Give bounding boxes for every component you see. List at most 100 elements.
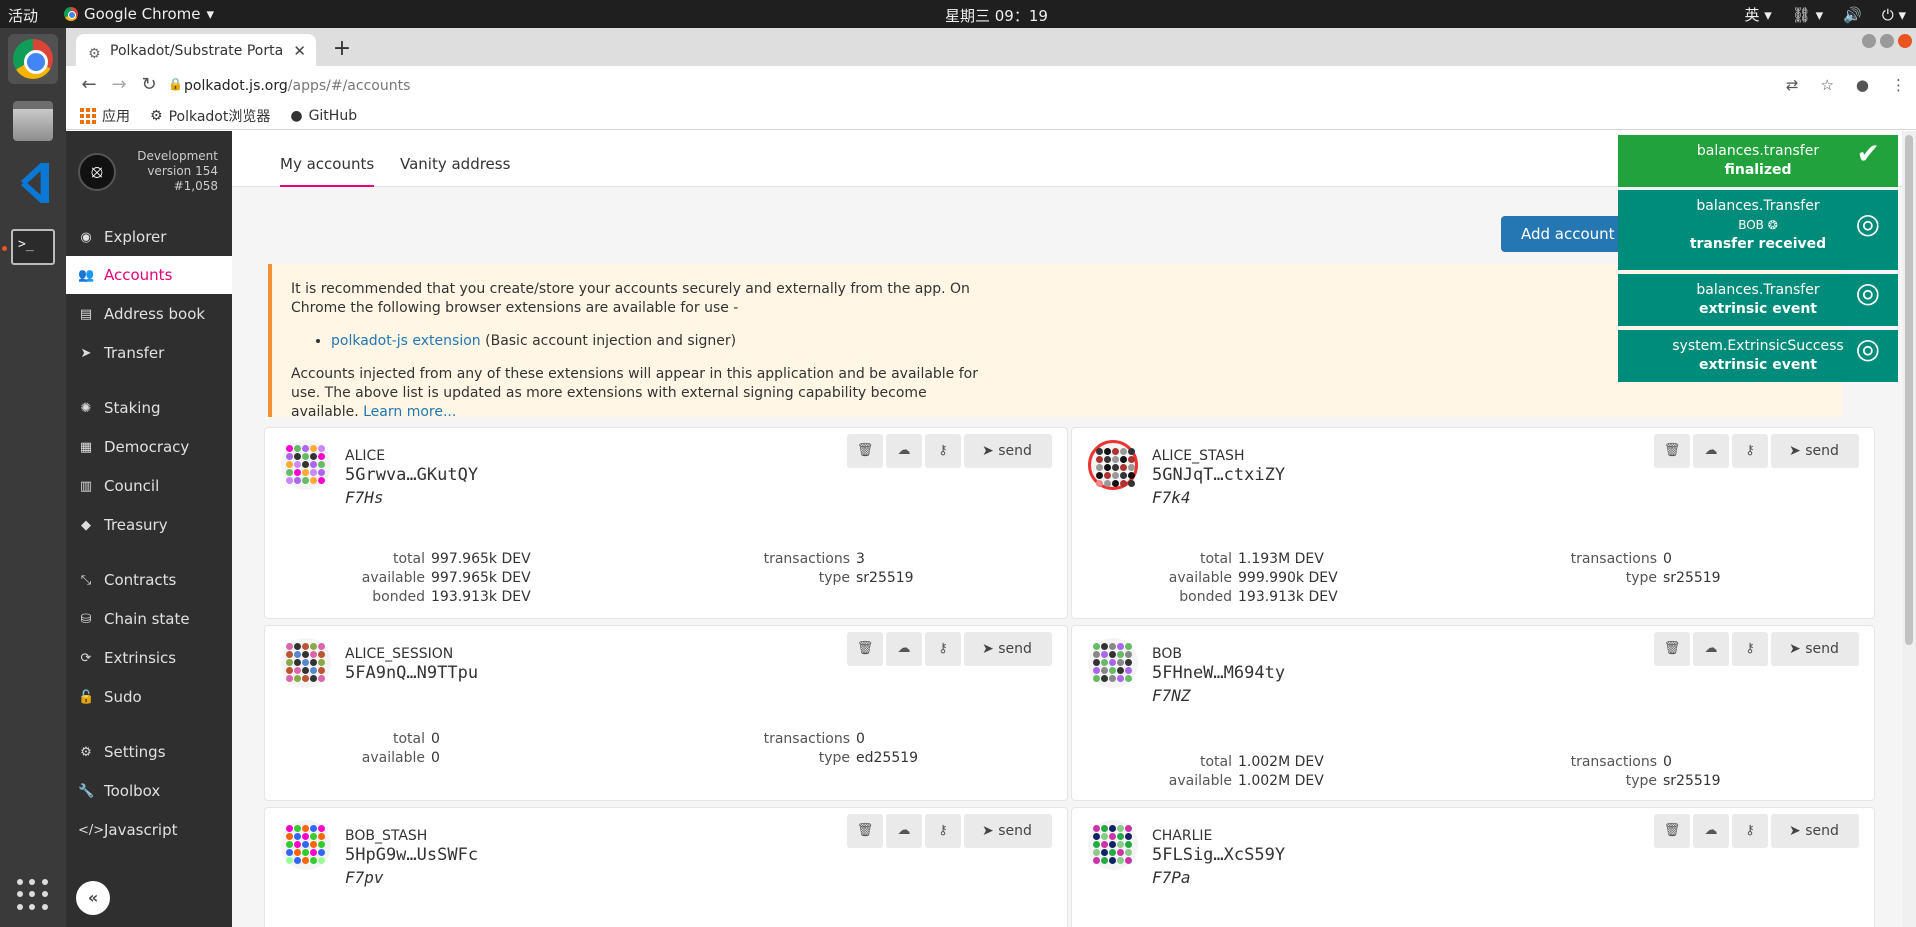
send-button[interactable]: ➤ send	[1771, 814, 1859, 848]
trash-icon[interactable]: 🗑	[847, 814, 883, 848]
activities-button[interactable]: 活动	[8, 5, 38, 26]
notification-extrinsic-event[interactable]: balances.Transfer extrinsic event ◎	[1618, 274, 1898, 326]
account-card-alice: ALICE 5Grwva…GKutQY F7Hs 🗑 ☁ ⚷ ➤ send to…	[264, 427, 1068, 619]
trash-icon[interactable]: 🗑	[1654, 814, 1690, 848]
sidebar-item-contracts[interactable]: ⤡ Contracts	[66, 561, 232, 599]
back-icon[interactable]: ←	[78, 74, 100, 95]
send-button[interactable]: ➤ send	[964, 814, 1052, 848]
ime-indicator[interactable]: 英 ▾	[1744, 4, 1771, 25]
forward-icon[interactable]: →	[108, 74, 130, 95]
profile-icon[interactable]: ●	[1856, 76, 1869, 94]
sidebar-item-transfer[interactable]: ➤ Transfer	[66, 334, 232, 372]
sidebar-item-javascript[interactable]: </> Javascript	[66, 811, 232, 849]
menu-kebab-icon[interactable]: ⋮	[1891, 76, 1906, 94]
key-icon[interactable]: ⚷	[925, 814, 961, 848]
extension-notice: It is recommended that you create/store …	[268, 264, 1842, 420]
cloud-download-icon[interactable]: ☁	[886, 434, 922, 468]
identicon[interactable]	[281, 638, 331, 688]
power-icon[interactable]: ⏻ ▾	[1882, 6, 1906, 24]
polkadot-logo-icon[interactable]: ⦻	[78, 153, 116, 191]
add-account-button[interactable]: Add account	[1501, 216, 1635, 252]
trash-icon[interactable]: 🗑	[1654, 434, 1690, 468]
bookmark-star-icon[interactable]: ☆	[1820, 76, 1833, 94]
send-button[interactable]: ➤ send	[964, 632, 1052, 666]
bookmark-polkadot[interactable]: ⚙ Polkadot浏览器	[150, 103, 270, 129]
identicon[interactable]	[281, 440, 331, 490]
notification-finalized[interactable]: balances.transfer finalized ✔	[1618, 135, 1898, 187]
sidebar-item-settings[interactable]: ⚙ Settings	[66, 733, 232, 771]
identicon[interactable]	[1088, 820, 1138, 870]
translate-icon[interactable]: ⇄	[1786, 76, 1799, 94]
volume-icon[interactable]: 🔊	[1843, 6, 1862, 24]
key-icon[interactable]: ⚷	[1732, 434, 1768, 468]
cloud-download-icon[interactable]: ☁	[1693, 632, 1729, 666]
account-address[interactable]: 5FHneW…M694ty	[1152, 663, 1285, 683]
key-icon[interactable]: ⚷	[1732, 814, 1768, 848]
clock[interactable]: 星期三 09：19	[945, 5, 1048, 26]
send-button[interactable]: ➤ send	[1771, 632, 1859, 666]
show-apps-icon[interactable]	[17, 879, 49, 911]
new-tab-button[interactable]: +	[328, 36, 356, 64]
sidebar-item-sudo[interactable]: 🔓 Sudo	[66, 678, 232, 716]
account-address[interactable]: 5FLSig…XcS59Y	[1152, 845, 1285, 865]
account-address[interactable]: 5FA9nQ…N9TTpu	[345, 663, 478, 683]
identicon[interactable]	[1088, 440, 1138, 490]
close-tab-icon[interactable]: ✕	[293, 42, 306, 60]
send-label: send	[998, 641, 1032, 657]
dock-files[interactable]	[8, 96, 58, 146]
cloud-download-icon[interactable]: ☁	[1693, 434, 1729, 468]
sidebar-item-treasury[interactable]: ◆ Treasury	[66, 506, 232, 544]
bookmark-apps[interactable]: 应用	[80, 103, 130, 129]
sidebar-item-extrinsics[interactable]: ⟳ Extrinsics	[66, 639, 232, 677]
page-scrollbar[interactable]	[1902, 131, 1916, 927]
sidebar-item-staking[interactable]: ✺ Staking	[66, 389, 232, 427]
minimize-button[interactable]	[1862, 34, 1876, 48]
app-menu[interactable]: Google Chrome ▾	[64, 5, 214, 23]
reload-icon[interactable]: ↻	[138, 74, 160, 95]
account-address[interactable]: 5Grwva…GKutQY	[345, 465, 478, 485]
cloud-download-icon[interactable]: ☁	[886, 814, 922, 848]
identicon[interactable]	[1088, 638, 1138, 688]
identicon[interactable]	[281, 820, 331, 870]
sidebar-item-explorer[interactable]: ◉ Explorer	[66, 218, 232, 256]
cloud-download-icon[interactable]: ☁	[886, 632, 922, 666]
dock-chrome[interactable]	[8, 34, 58, 84]
trash-icon[interactable]: 🗑	[1654, 632, 1690, 666]
learn-more-link[interactable]: Learn more...	[363, 404, 456, 420]
dock-vscode[interactable]	[8, 158, 58, 208]
send-button[interactable]: ➤ send	[1771, 434, 1859, 468]
scrollbar-thumb[interactable]	[1905, 135, 1913, 645]
tab-vanity-address[interactable]: Vanity address	[400, 155, 510, 185]
sidebar-item-address-book[interactable]: ▤ Address book	[66, 295, 232, 333]
network-icon[interactable]: ⛓ ▾	[1792, 6, 1823, 24]
trash-icon[interactable]: 🗑	[847, 632, 883, 666]
account-name: CHARLIE	[1152, 828, 1213, 844]
dock-terminal[interactable]: >_	[8, 222, 58, 272]
sidebar-item-democracy[interactable]: ▦ Democracy	[66, 428, 232, 466]
notification-transfer-received[interactable]: balances.Transfer BOB ❂ transfer receive…	[1618, 190, 1898, 270]
key-icon[interactable]: ⚷	[1732, 632, 1768, 666]
close-window-button[interactable]	[1898, 34, 1912, 48]
notification-extrinsic-success[interactable]: system.ExtrinsicSuccess extrinsic event …	[1618, 330, 1898, 382]
polkadot-extension-link[interactable]: polkadot-js extension	[331, 333, 481, 349]
sidebar-item-chain-state[interactable]: ⛁ Chain state	[66, 600, 232, 638]
maximize-button[interactable]	[1880, 34, 1894, 48]
sidebar-item-label: Contracts	[104, 571, 177, 589]
trash-icon[interactable]: 🗑	[847, 434, 883, 468]
key-icon[interactable]: ⚷	[925, 434, 961, 468]
address-bar[interactable]: 🔒 polkadot.js.org/apps/#/accounts	[168, 70, 1668, 102]
sidebar-item-toolbox[interactable]: 🔧 Toolbox	[66, 772, 232, 810]
send-button[interactable]: ➤ send	[964, 434, 1052, 468]
type-label: type	[1625, 773, 1657, 789]
sidebar-item-council[interactable]: ▥ Council	[66, 467, 232, 505]
tab-my-accounts[interactable]: My accounts	[280, 155, 375, 187]
cloud-download-icon[interactable]: ☁	[1693, 814, 1729, 848]
account-address[interactable]: 5GNJqT…ctxiZY	[1152, 465, 1285, 485]
sidebar-item-accounts[interactable]: 👥 Accounts	[66, 256, 232, 294]
bookmark-github[interactable]: ● GitHub	[290, 103, 357, 129]
account-card-charlie: CHARLIE 5FLSig…XcS59Y F7Pa 🗑 ☁ ⚷ ➤ send	[1071, 807, 1875, 927]
system-tray[interactable]: 英 ▾ ⛓ ▾ 🔊 ⏻ ▾	[1744, 4, 1906, 25]
account-address[interactable]: 5HpG9w…UsSWFc	[345, 845, 478, 865]
key-icon[interactable]: ⚷	[925, 632, 961, 666]
collapse-sidebar-button[interactable]: «	[76, 881, 110, 915]
